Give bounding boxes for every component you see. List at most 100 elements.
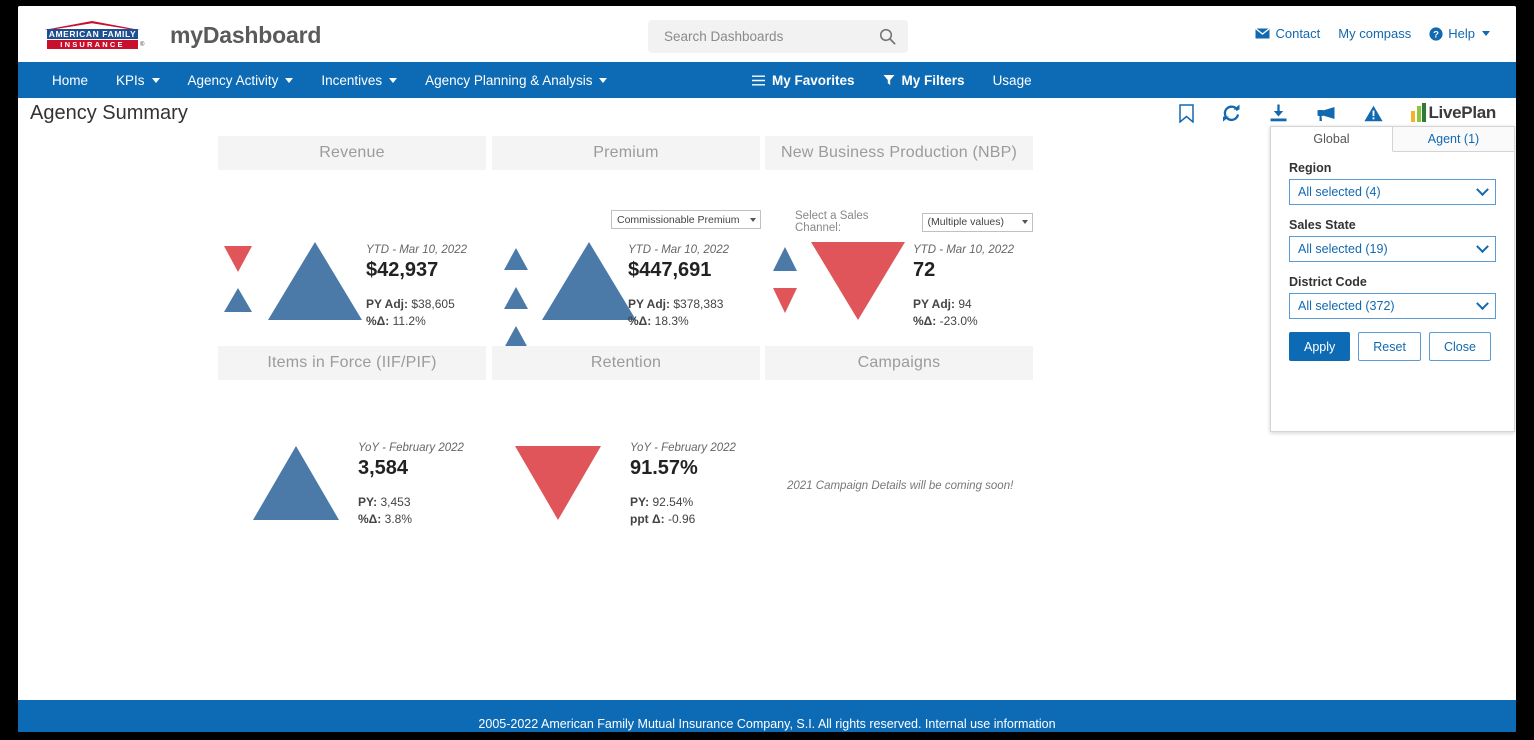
filter-value-region: All selected (4) xyxy=(1298,185,1381,199)
nav-item-agency-planning-analysis[interactable]: Agency Planning & Analysis xyxy=(411,62,621,98)
retention-py-value: 92.54% xyxy=(652,495,693,509)
revenue-small-indicator-up-icon xyxy=(218,286,263,326)
page-title: Agency Summary xyxy=(30,102,188,125)
help-menu[interactable]: ? Help xyxy=(1429,26,1490,41)
revenue-delta-label: %Δ: xyxy=(366,314,389,328)
panel-body-premium: Commissionable Premium YTD - Mar xyxy=(492,170,760,360)
contact-link[interactable]: Contact xyxy=(1255,26,1320,41)
my-compass-label: My compass xyxy=(1338,26,1411,41)
reset-button[interactable]: Reset xyxy=(1358,332,1421,361)
revenue-period: YTD - Mar 10, 2022 xyxy=(366,244,467,256)
retention-py-label: PY: xyxy=(630,495,649,509)
nav-right-group: My Favorites My Filters Usage xyxy=(738,62,1046,98)
filter-panel: Global Agent (1) Region All selected (4)… xyxy=(1270,126,1515,432)
filter-select-district-code[interactable]: All selected (372) xyxy=(1289,293,1496,319)
search-box[interactable] xyxy=(648,20,908,53)
nav-item-my-favorites[interactable]: My Favorites xyxy=(738,62,869,98)
nav-item-kpis[interactable]: KPIs xyxy=(102,62,174,98)
iif-main-indicator-up-icon xyxy=(250,444,342,522)
nav-label: My Favorites xyxy=(772,73,855,88)
nav-item-my-filters[interactable]: My Filters xyxy=(869,62,979,98)
filter-value-sales-state: All selected (19) xyxy=(1298,242,1388,256)
search-input[interactable] xyxy=(662,20,867,53)
my-compass-link[interactable]: My compass xyxy=(1338,26,1411,41)
alert-icon[interactable] xyxy=(1364,105,1383,122)
panel-body-campaigns: 2021 Campaign Details will be coming soo… xyxy=(765,380,1033,550)
campaigns-message: 2021 Campaign Details will be coming soo… xyxy=(787,480,1013,492)
tab-global[interactable]: Global xyxy=(1271,127,1393,152)
panel-title-campaigns: Campaigns xyxy=(765,346,1033,380)
nav-item-agency-activity[interactable]: Agency Activity xyxy=(174,62,308,98)
logo-line1: AMERICAN FAMILY xyxy=(47,29,138,39)
search-icon[interactable] xyxy=(879,28,896,45)
revenue-py-value: $38,605 xyxy=(411,297,454,311)
logo-registered-mark: ® xyxy=(140,42,144,48)
iif-py-label: PY: xyxy=(358,495,377,509)
retention-value: 91.57% xyxy=(630,457,736,480)
panel-body-items-in-force: YoY - February 2022 3,584 PY: 3,453 %Δ: … xyxy=(218,380,486,550)
bookmark-icon[interactable] xyxy=(1179,104,1194,123)
chevron-down-icon xyxy=(1022,220,1028,224)
panel-title-items-in-force: Items in Force (IIF/PIF) xyxy=(218,346,486,380)
filter-select-region[interactable]: All selected (4) xyxy=(1289,179,1496,205)
nav-label: Usage xyxy=(993,73,1032,88)
premium-measure-dropdown[interactable]: Commissionable Premium xyxy=(611,210,761,229)
panel-title-premium: Premium xyxy=(492,136,760,170)
nav-item-usage[interactable]: Usage xyxy=(979,62,1046,98)
american-family-logo: AMERICAN FAMILY INSURANCE ® xyxy=(44,18,140,50)
nav-item-home[interactable]: Home xyxy=(38,62,102,98)
retention-main-indicator-down-icon xyxy=(512,444,604,522)
main-nav: Home KPIs Agency Activity Incentives Age… xyxy=(18,62,1516,98)
revenue-py-label: PY Adj: xyxy=(366,297,408,311)
funnel-icon xyxy=(883,74,895,86)
tab-agent[interactable]: Agent (1) xyxy=(1393,127,1514,151)
chevron-down-icon xyxy=(285,78,293,83)
nbp-small-indicator-up-icon xyxy=(767,244,803,278)
filter-select-sales-state[interactable]: All selected (19) xyxy=(1289,236,1496,262)
iif-comparison: PY: 3,453 %Δ: 3.8% xyxy=(358,494,464,528)
apply-button[interactable]: Apply xyxy=(1289,332,1350,361)
premium-metric: YTD - Mar 10, 2022 $447,691 PY Adj: $378… xyxy=(628,244,729,330)
chevron-down-icon xyxy=(750,218,756,222)
close-button[interactable]: Close xyxy=(1429,332,1491,361)
download-icon[interactable] xyxy=(1269,104,1288,122)
premium-period: YTD - Mar 10, 2022 xyxy=(628,244,729,256)
megaphone-icon[interactable] xyxy=(1316,105,1336,122)
revenue-delta-value: 11.2% xyxy=(393,314,426,328)
nav-item-incentives[interactable]: Incentives xyxy=(307,62,411,98)
iif-py-value: 3,453 xyxy=(380,495,410,509)
refresh-icon[interactable] xyxy=(1222,104,1241,122)
premium-main-indicator-up-icon xyxy=(540,240,638,322)
help-label: Help xyxy=(1448,26,1475,41)
chevron-down-icon xyxy=(1476,297,1489,310)
iif-delta-value: 3.8% xyxy=(385,512,412,526)
retention-delta-label: ppt Δ: xyxy=(630,512,665,526)
filter-label-district-code: District Code xyxy=(1289,275,1496,289)
panel-body-nbp: Select a Sales Channel: (Multiple values… xyxy=(765,170,1033,340)
nav-label: KPIs xyxy=(116,73,145,88)
contact-label: Contact xyxy=(1275,26,1320,41)
iif-delta-label: %Δ: xyxy=(358,512,381,526)
help-circle-icon: ? xyxy=(1429,27,1443,41)
filter-value-district-code: All selected (372) xyxy=(1298,299,1395,313)
brand-title: myDashboard xyxy=(170,22,321,49)
nbp-comparison: PY Adj: 94 %Δ: -23.0% xyxy=(913,296,1014,330)
premium-control-row: Commissionable Premium xyxy=(611,210,761,229)
premium-delta-label: %Δ: xyxy=(628,314,651,328)
page-toolbar: LivePlan xyxy=(1179,103,1496,123)
nav-label: My Filters xyxy=(902,73,965,88)
chevron-down-icon xyxy=(1476,183,1489,196)
liveplan-logo[interactable]: LivePlan xyxy=(1411,103,1496,123)
liveplan-bars-icon xyxy=(1411,104,1426,122)
iif-metric: YoY - February 2022 3,584 PY: 3,453 %Δ: … xyxy=(358,442,464,528)
retention-delta-value: -0.96 xyxy=(668,512,695,526)
svg-text:?: ? xyxy=(1433,29,1439,40)
premium-comparison: PY Adj: $378,383 %Δ: 18.3% xyxy=(628,296,729,330)
nbp-delta-value: -23.0% xyxy=(940,314,978,328)
nav-label: Incentives xyxy=(321,73,382,88)
nav-label: Agency Planning & Analysis xyxy=(425,73,592,88)
footer-text: 2005-2022 American Family Mutual Insuran… xyxy=(478,717,1055,731)
nbp-control-row: Select a Sales Channel: (Multiple values… xyxy=(795,210,1033,234)
panel-revenue: Revenue YTD - Mar 10, 2022 $42,937 PY Ad… xyxy=(218,136,486,340)
nbp-channel-dropdown[interactable]: (Multiple values) xyxy=(922,213,1033,232)
